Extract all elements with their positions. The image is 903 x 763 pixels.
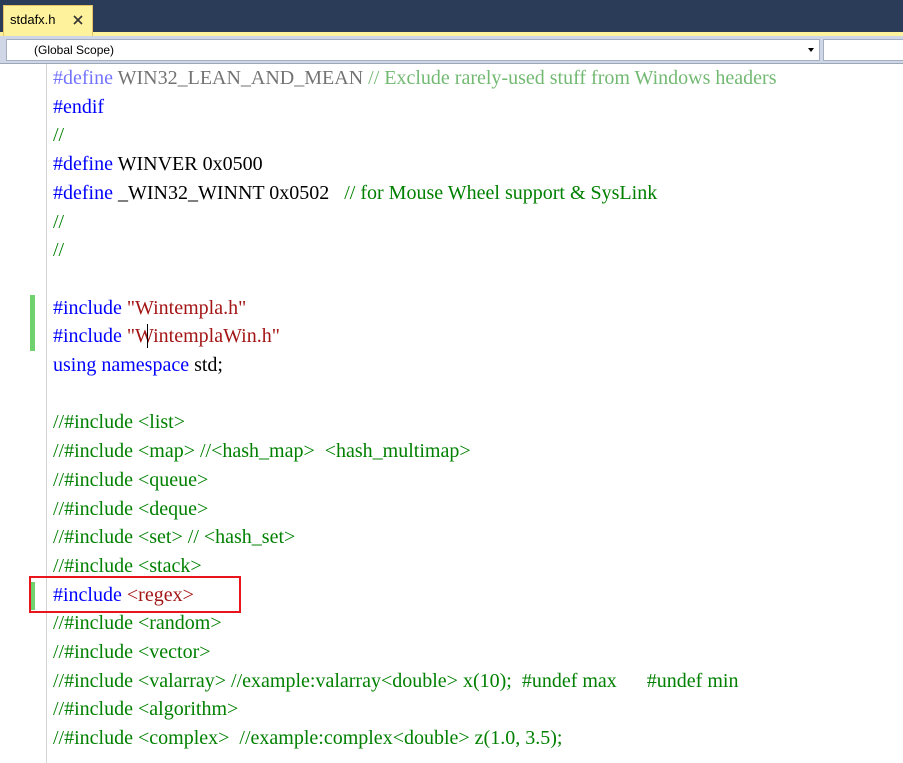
code-token: // xyxy=(53,124,65,147)
code-token: //#include <set> // <hash_set> xyxy=(53,526,296,549)
code-line: //#include <map> //<hash_map> <hash_mult… xyxy=(53,437,471,466)
editor-margin xyxy=(0,64,30,763)
code-token: //#include <queue> xyxy=(53,468,209,491)
code-token: // Exclude rarely-used stuff from Window… xyxy=(368,67,777,89)
code-line: //#include <deque> xyxy=(53,495,208,524)
code-token: #include xyxy=(53,325,122,348)
code-token: "WintemplaWin.h" xyxy=(126,325,280,348)
code-token: std; xyxy=(189,354,223,376)
code-line: // xyxy=(53,121,64,150)
code-line: //#include <queue> xyxy=(53,466,208,495)
code-token: //#include <random> xyxy=(53,612,222,635)
code-token: #endif xyxy=(53,95,105,118)
code-line: #endif xyxy=(53,93,104,122)
code-token: _WIN32_WINNT 0x0502 xyxy=(112,181,345,204)
code-token: namespace xyxy=(101,354,190,376)
dropdown-arrow-icon xyxy=(808,48,814,52)
code-token: using xyxy=(53,354,97,376)
scope-dropdown[interactable]: (Global Scope) xyxy=(6,39,820,61)
code-token: //#include <valarray> //example:valarray… xyxy=(53,669,739,692)
tab-stdafx-h[interactable]: stdafx.h xyxy=(3,5,93,36)
code-line: //#include <algorithm> xyxy=(53,695,238,724)
code-line: //#include <valarray> //example:valarray… xyxy=(53,667,738,696)
code-token: //#include <list> xyxy=(53,411,185,434)
code-token: // xyxy=(53,239,65,262)
tab-strip: stdafx.h xyxy=(0,0,903,36)
code-token: #define xyxy=(53,67,113,89)
code-line: using namespace std; xyxy=(53,351,223,380)
close-icon[interactable] xyxy=(71,13,85,27)
change-indicator xyxy=(30,295,35,351)
code-line: #define _WIN32_WINNT 0x0502 // for Mouse… xyxy=(53,179,657,208)
code-token: //#include <stack> xyxy=(53,554,202,577)
code-editor[interactable]: #define WIN32_LEAN_AND_MEAN // Exclude r… xyxy=(0,64,903,763)
tab-label: stdafx.h xyxy=(10,12,56,27)
annotation-highlight-box xyxy=(29,576,241,613)
code-token: //#include <algorithm> xyxy=(53,698,239,721)
code-line: #include "WintemplaWin.h" xyxy=(53,322,280,351)
code-token: #define xyxy=(53,153,113,176)
code-token: //#include <complex> //example:complex<d… xyxy=(53,727,563,750)
code-token: // for Mouse Wheel support & SysLink xyxy=(344,181,658,204)
scope-dropdown-value: (Global Scope) xyxy=(34,43,115,57)
code-line: #include "Wintempla.h" xyxy=(53,294,246,323)
code-token: WIN32_LEAN_AND_MEAN xyxy=(112,67,369,89)
code-line: #define WIN32_LEAN_AND_MEAN // Exclude r… xyxy=(53,64,776,93)
code-token: // xyxy=(53,210,65,233)
code-line: //#include <vector> xyxy=(53,638,211,667)
code-line: //#include <list> xyxy=(53,408,185,437)
code-token: //#include <deque> xyxy=(53,497,209,520)
text-caret xyxy=(147,324,148,348)
member-dropdown[interactable] xyxy=(823,39,903,61)
code-token: WINVER 0x0500 xyxy=(112,153,263,176)
code-line: // xyxy=(53,236,64,265)
code-token: //#include <map> //<hash_map> <hash_mult… xyxy=(53,440,471,463)
code-token: //#include <vector> xyxy=(53,641,211,663)
outline-guide xyxy=(46,64,47,763)
code-line: //#include <complex> //example:complex<d… xyxy=(53,724,562,753)
code-token: "Wintempla.h" xyxy=(126,296,247,319)
navigation-bar: (Global Scope) xyxy=(0,36,903,64)
code-line: // xyxy=(53,208,64,237)
code-token: #include xyxy=(53,296,122,319)
code-line: //#include <set> // <hash_set> xyxy=(53,523,295,552)
code-line: //#include <random> xyxy=(53,609,222,638)
code-token: #define xyxy=(53,181,113,204)
code-line: #define WINVER 0x0500 xyxy=(53,150,263,179)
